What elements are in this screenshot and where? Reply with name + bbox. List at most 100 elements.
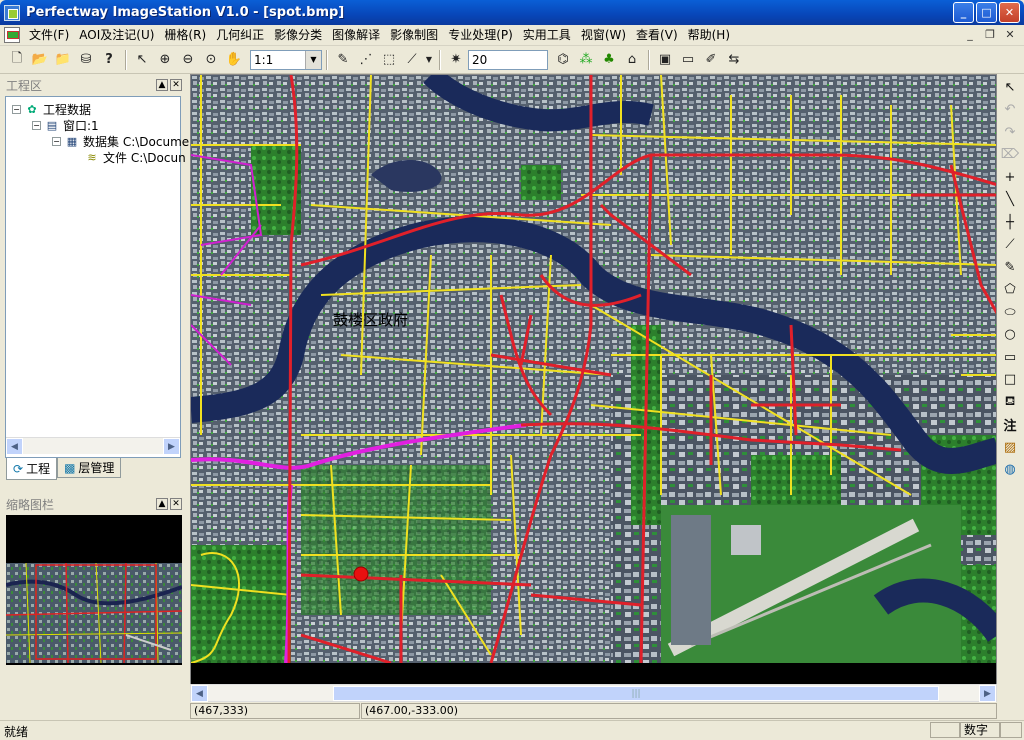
rectangle-icon[interactable]: ▭ [999,346,1021,369]
menu-aoi[interactable]: AOI及注记(U) [74,26,159,45]
project-tree[interactable]: − ✿ 工程数据 − ▤ 窗口:1 − ▦ 数据集 C:\Docume ≋ 文件… [5,96,189,458]
help-icon[interactable]: ? [98,49,120,71]
collapse-icon[interactable]: − [12,104,21,114]
undo-icon[interactable]: ↶ [999,99,1021,122]
panel-pin-icon[interactable]: ▲ [156,498,168,510]
menu-file[interactable]: 文件(F) [24,26,74,45]
tree-horizontal-scrollbar[interactable]: ◀ ▶ [6,437,180,455]
input-mode: 数字 [960,722,1000,738]
pan-hand-icon[interactable]: ✋ [223,49,245,71]
scale-combo[interactable]: 1:1 ▼ [250,49,322,70]
map-edit-icon[interactable]: ✐ [700,49,722,71]
menu-utilities[interactable]: 实用工具 [518,26,576,45]
panel-close-icon[interactable]: ✕ [170,498,182,510]
ellipse-icon[interactable]: ⬭ [999,301,1021,324]
panel-close-icon[interactable]: ✕ [170,79,182,91]
digitize-icon[interactable]: ✎ [332,49,354,71]
square-icon[interactable]: □ [999,369,1021,392]
tree-node-root[interactable]: − ✿ 工程数据 [12,101,91,117]
export-icon[interactable]: ⇆ [723,49,745,71]
pointer-icon[interactable]: ↖ [131,49,153,71]
edit-vertex-icon[interactable]: ⬚ [378,49,400,71]
cross-icon[interactable]: ┼ [999,211,1021,234]
menu-geocorrect[interactable]: 几何纠正 [211,26,269,45]
save-icon[interactable]: ⛁ [75,49,97,71]
thumbnail-panel-header: 缩略图栏 ▲ ✕ [2,495,186,513]
globe-icon[interactable]: ◍ [999,459,1021,482]
map-horizontal-scrollbar[interactable]: ◀ ||| ▶ [190,684,997,702]
circle-icon[interactable]: ○ [999,324,1021,347]
thumbnail-image [6,562,182,664]
document-icon[interactable] [4,27,20,43]
menu-mapping[interactable]: 影像制图 [385,26,443,45]
tab-layers[interactable]: ▩ 层管理 [57,458,122,478]
open-project-icon[interactable]: 📁 [52,49,74,71]
menu-help[interactable]: 帮助(H) [683,26,735,45]
menu-raster[interactable]: 栅格(R) [159,26,211,45]
zoom-in-icon[interactable]: ⊕ [154,49,176,71]
close-button[interactable]: ✕ [999,2,1020,23]
network-icon[interactable]: ⁂ [575,49,597,71]
scrollbar-thumb[interactable]: ||| [333,686,939,701]
mdi-close-icon[interactable]: ✕ [1002,27,1018,41]
menu-window[interactable]: 视窗(W) [576,26,631,45]
freehand-icon[interactable]: ✎ [999,256,1021,279]
layers-tab-icon: ▩ [64,460,76,475]
scroll-left-icon[interactable]: ◀ [6,438,23,455]
thumbnail-panel-title: 缩略图栏 [6,497,55,512]
chevron-down-icon[interactable]: ▼ [305,50,321,69]
tree-label: 工程数据 [43,102,92,117]
panel-pin-icon[interactable]: ▲ [156,79,168,91]
satellite-map[interactable]: 鼓楼区政府 [191,75,997,686]
window-title: Perfectway ImageStation V1.0 - [spot.bmp… [26,5,345,20]
scroll-right-icon[interactable]: ▶ [163,438,180,455]
zoom-out-icon[interactable]: ⊖ [177,49,199,71]
fill-icon[interactable]: ⛾ [999,391,1021,414]
annotation-icon[interactable]: 注 [999,414,1021,437]
home-icon[interactable]: ⌂ [621,49,643,71]
mdi-minimize-icon[interactable]: _ [962,27,978,41]
buffer-input[interactable]: 20 [468,49,548,70]
select-arrow-icon[interactable]: ↖ [999,76,1021,99]
tree-node-window[interactable]: − ▤ 窗口:1 [32,117,99,133]
redo-icon[interactable]: ↷ [999,121,1021,144]
tree-icon[interactable]: ♣ [598,49,620,71]
line-tool-icon[interactable]: ⟋ [401,49,423,71]
layout-icon[interactable]: ▣ [654,49,676,71]
tree-node-file[interactable]: ≋ 文件 C:\Docun [84,149,186,165]
snap-icon[interactable]: ⋰ [355,49,377,71]
thumbnail-view[interactable] [6,515,182,665]
polyline-icon[interactable]: ⟋ [999,234,1021,257]
dropdown-arrow-icon[interactable]: ▼ [424,49,434,71]
menu-view[interactable]: 查看(V) [631,26,683,45]
maximize-button[interactable]: □ [976,2,997,23]
menu-interpret[interactable]: 图像解译 [327,26,385,45]
point-icon[interactable]: + [999,166,1021,189]
tree-node-dataset[interactable]: − ▦ 数据集 C:\Docume [52,133,189,149]
new-file-icon[interactable]: 🗋 [6,49,28,71]
scroll-right-icon[interactable]: ▶ [979,685,996,702]
menu-professional[interactable]: 专业处理(P) [443,26,518,45]
open-folder-icon[interactable]: 📂 [29,49,51,71]
collapse-icon[interactable]: − [32,120,41,130]
window-icon[interactable]: ▭ [677,49,699,71]
magic-wand-icon[interactable]: ✷ [445,49,467,71]
tree-label: 文件 C:\Docun [103,150,186,165]
project-panel-title: 工程区 [6,78,43,93]
minimize-button[interactable]: _ [953,2,974,23]
title-bar[interactable]: Perfectway ImageStation V1.0 - [spot.bmp… [0,0,1024,25]
map-view[interactable]: 鼓楼区政府 [190,74,997,686]
polygon-icon[interactable]: ⬠ [999,279,1021,302]
image-icon[interactable]: ▨ [999,436,1021,459]
menu-classify[interactable]: 影像分类 [269,26,327,45]
delete-icon[interactable]: ⌦ [999,144,1021,167]
transform-icon[interactable]: ⌬ [552,49,574,71]
collapse-icon[interactable]: − [52,136,61,146]
tab-project[interactable]: ⟳ 工程 [6,458,58,480]
line-icon[interactable]: ╲ [999,189,1021,212]
mdi-restore-icon[interactable]: ❐ [982,27,998,41]
status-text: 就绪 [4,725,29,739]
scroll-left-icon[interactable]: ◀ [191,685,208,702]
map-marker[interactable] [353,566,369,582]
zoom-fit-icon[interactable]: ⊙ [200,49,222,71]
